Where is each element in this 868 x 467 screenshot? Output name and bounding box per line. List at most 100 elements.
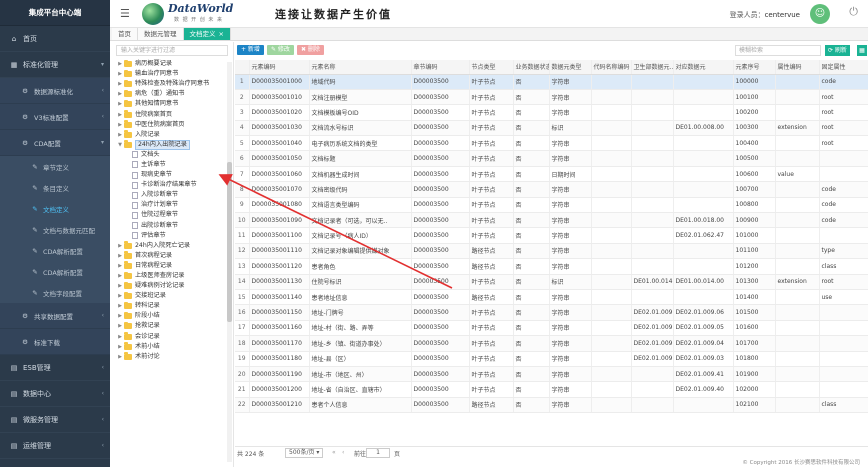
table-row[interactable]: 19 D000035001180 地址-县（区） D00003500 叶子节点否字符串 D… (235, 351, 868, 367)
column-header[interactable]: 元素编码 (249, 60, 310, 75)
user-avatar-icon[interactable]: ☺ (810, 4, 830, 24)
tree-folder[interactable]: ▶ 术前讨论 (116, 352, 233, 362)
caret-down-icon[interactable]: ▼ (116, 140, 124, 150)
tree-folder[interactable]: ▶ 中医住院病案首页 (116, 120, 233, 130)
sidebar-item[interactable]: ▦ 标准化管理 ▾ (0, 52, 110, 78)
caret-right-icon[interactable]: ▶ (116, 59, 124, 69)
tree-scrollbar[interactable] (227, 62, 232, 462)
caret-right-icon[interactable]: ▶ (116, 291, 124, 301)
sidebar-item[interactable]: ⚙ CDA配置 ▾ (0, 130, 110, 156)
caret-right-icon[interactable]: ▶ (116, 301, 124, 311)
refresh-button[interactable]: ⟳ 刷新 (825, 45, 850, 56)
delete-button[interactable]: ✖ 删除 (297, 45, 324, 55)
tree-folder[interactable]: ▶ 阶段小结 (116, 311, 233, 321)
prev-page-button[interactable]: ‹ (342, 449, 344, 456)
tree-leaf[interactable]: 治疗计划章节 (116, 200, 233, 210)
column-header[interactable]: 卫生部数据元... (631, 60, 674, 75)
tree-folder[interactable]: ▶ 特殊检查及特殊治疗同意书 (116, 79, 233, 89)
tree-leaf[interactable]: 出院诊断章节 (116, 221, 233, 231)
sidebar-item[interactable]: ▤ 数据中心 ‹ (0, 381, 110, 407)
table-row[interactable]: 16 D000035001150 地址-门牌号 D00003500 叶子节点否字符串 DE… (235, 304, 868, 321)
edit-button[interactable]: ✎ 修改 (267, 45, 294, 55)
column-header[interactable]: 节点类型 (469, 60, 514, 75)
caret-right-icon[interactable]: ▶ (116, 241, 124, 251)
tree-folder[interactable]: ▶ 入院记录 (116, 130, 233, 140)
sidebar-item[interactable]: ✎ 章节定义 (0, 156, 110, 177)
caret-right-icon[interactable]: ▶ (116, 251, 124, 261)
tree-folder[interactable]: ▶ 病危（重）通知书 (116, 89, 233, 99)
column-header[interactable]: 固定属性 (819, 60, 868, 75)
menu-toggle-icon[interactable]: ☰ (120, 7, 130, 20)
table-row[interactable]: 4 D000035001030 文档流水号标识 D00003500 叶子节点否标识 DE0… (235, 120, 868, 137)
tree-leaf[interactable]: 评估章节 (116, 231, 233, 241)
page-size-select[interactable]: 500条/页 ▾ (285, 448, 323, 458)
table-row[interactable]: 12 D000035001110 文档记录对象编辑提供媒对象 D00003500 路径节… (235, 243, 868, 260)
caret-right-icon[interactable]: ▶ (116, 130, 124, 140)
tree-leaf[interactable]: 文档头 (116, 150, 233, 160)
table-row[interactable]: 8 D000035001070 文档密级代码 D00003500 叶子节点否字符串 100… (235, 181, 868, 198)
tree-leaf[interactable]: 住院过程章节 (116, 210, 233, 220)
table-row[interactable]: 20 D000035001190 地址-市（地区、州） D00003500 叶子节点否字… (235, 366, 868, 383)
column-header[interactable]: 业务数据状态 (513, 60, 550, 75)
column-header[interactable]: 代码名称编码 (591, 60, 632, 75)
table-row[interactable]: 11 D000035001100 文档记录号（病人ID） D00003500 叶子节点否… (235, 227, 868, 244)
table-row[interactable]: 18 D000035001170 地址-乡（镇、街道办事处） D00003500 叶子节… (235, 335, 868, 352)
tree-filter-input[interactable]: 输入关键字进行过滤 (116, 45, 228, 56)
sidebar-item[interactable]: ✎ CDA解析配置 (0, 261, 110, 282)
table-row[interactable]: 10 D000035001090 文档记录者（可选，可以无.. D00003500 叶子… (235, 212, 868, 229)
caret-right-icon[interactable]: ▶ (116, 352, 124, 362)
tree-folder[interactable]: ▶ 病历概要记录 (116, 59, 233, 69)
table-row[interactable]: 13 D000035001120 患者角色 D00003500 路径节点否字符串 1012… (235, 258, 868, 275)
caret-right-icon[interactable]: ▶ (116, 271, 124, 281)
caret-right-icon[interactable]: ▶ (116, 69, 124, 79)
table-row[interactable]: 6 D000035001050 文档标题 D00003500 叶子节点否字符串 10050… (235, 150, 868, 167)
table-row[interactable]: 14 D000035001130 住院号标识 D00003500 叶子节点否标识 DE01… (235, 274, 868, 290)
sidebar-item[interactable]: ⌂ 首页 (0, 26, 110, 52)
column-header[interactable]: 对应数据元 (673, 60, 734, 75)
caret-right-icon[interactable]: ▶ (116, 110, 124, 120)
tab-0[interactable]: 首页 (112, 28, 138, 40)
tree-folder[interactable]: ▶ 上级医师查房记录 (116, 271, 233, 281)
tree-folder[interactable]: ▶ 首次病程记录 (116, 251, 233, 261)
table-row[interactable]: 5 D000035001040 电子病历系统文档的类型 D00003500 叶子节点否字… (235, 135, 868, 152)
table-row[interactable]: 1 D000035001000 地域代码 D00003500 叶子节点否字符串 10000… (235, 74, 868, 90)
tree-leaf[interactable]: 现病史章节 (116, 170, 233, 180)
column-header[interactable] (235, 60, 250, 75)
column-header[interactable]: 数据元类型 (549, 60, 592, 75)
caret-right-icon[interactable]: ▶ (116, 332, 124, 342)
caret-right-icon[interactable]: ▶ (116, 261, 124, 271)
tree-folder[interactable]: ▶ 24h内入院死亡记录 (116, 241, 233, 251)
sidebar-item[interactable]: ✎ 文档字段配置 (0, 282, 110, 303)
caret-right-icon[interactable]: ▶ (116, 311, 124, 321)
column-toggle-icon[interactable]: ▦ (857, 45, 867, 56)
tree-scrollbar-thumb[interactable] (227, 162, 232, 322)
caret-right-icon[interactable]: ▶ (116, 342, 124, 352)
sidebar-item[interactable]: ▤ 微服务管理 ‹ (0, 407, 110, 433)
caret-right-icon[interactable]: ▶ (116, 89, 124, 99)
caret-right-icon[interactable]: ▶ (116, 79, 124, 89)
tree-leaf[interactable]: 主诉章节 (116, 160, 233, 170)
first-page-button[interactable]: « (332, 449, 336, 456)
tree-folder[interactable]: ▶ 疑难病例讨论记录 (116, 281, 233, 291)
table-row[interactable]: 17 D000035001160 地址-村（街、路、弄等 D00003500 叶子节点否… (235, 320, 868, 337)
table-row[interactable]: 3 D000035001020 文档模板编号OID D00003500 叶子节点否字符串… (235, 104, 868, 121)
tree-folder[interactable]: ▶ 会诊记录 (116, 332, 233, 342)
column-header[interactable]: 元素名称 (309, 60, 412, 75)
sidebar-item[interactable]: ✎ 文档与数据元匹配 (0, 219, 110, 240)
sidebar-item[interactable]: ▤ ESB管理 ‹ (0, 355, 110, 381)
sidebar-item[interactable]: ✎ CDA解析配置 (0, 240, 110, 261)
sidebar-item[interactable]: ⚙ 标准下载 (0, 329, 110, 355)
tree-leaf[interactable]: 入院诊断章节 (116, 190, 233, 200)
tree-leaf[interactable]: 卡诊断治疗结果章节 (116, 180, 233, 190)
tree-folder[interactable]: ▶ 转科记录 (116, 301, 233, 311)
table-row[interactable]: 15 D000035001140 患者地址信息 D00003500 路径节点否字符串 10… (235, 289, 868, 306)
caret-right-icon[interactable]: ▶ (116, 120, 124, 130)
sidebar-item[interactable]: ⚙ 共享数据配置 ‹ (0, 303, 110, 329)
tree-folder[interactable]: ▶ 输血治疗同意书 (116, 69, 233, 79)
add-button[interactable]: + 新增 (237, 45, 264, 55)
close-icon[interactable]: × (219, 30, 224, 38)
caret-right-icon[interactable]: ▶ (116, 99, 124, 109)
column-header[interactable]: 章节编码 (411, 60, 470, 75)
table-search-input[interactable]: 模糊检索 (735, 45, 821, 56)
sidebar-item[interactable]: ✎ 文档定义 (0, 198, 110, 219)
